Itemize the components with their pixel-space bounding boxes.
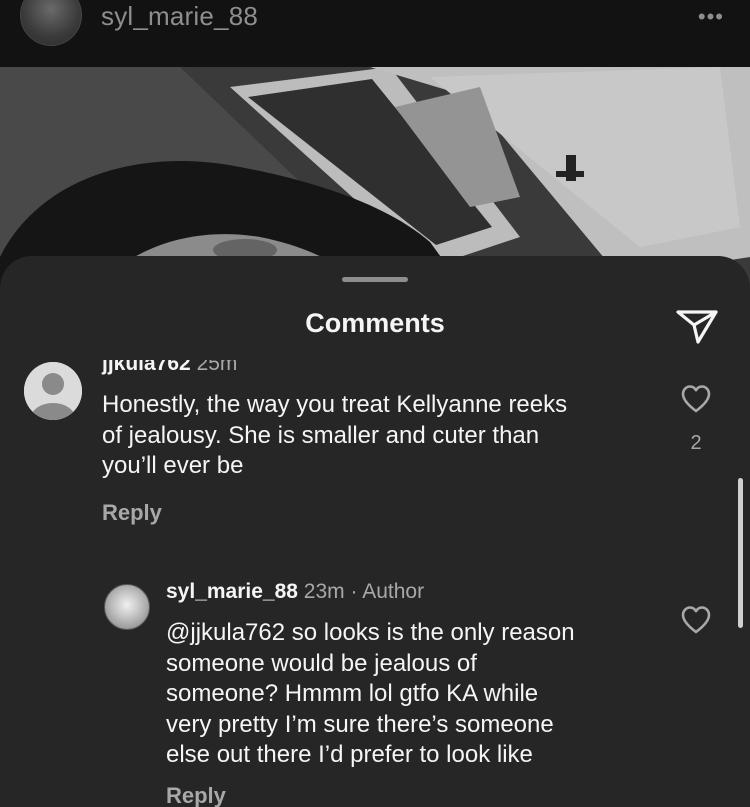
heart-outline-icon[interactable] (680, 384, 712, 414)
paper-plane-icon[interactable] (674, 306, 720, 346)
reply-button[interactable]: Reply (166, 783, 226, 807)
comment-text-line: someone? Hmmm lol gtfo KA while (166, 680, 539, 707)
comment-username[interactable]: jjkula762 (102, 360, 191, 375)
comment-time: 25m (196, 360, 238, 375)
default-avatar-graphic (24, 362, 82, 420)
post-header: syl_marie_88 ••• (0, 0, 750, 67)
author-badge: Author (362, 580, 425, 603)
instagram-comments-screen: syl_marie_88 ••• Comments jjkula762 25m … (0, 0, 750, 807)
default-avatar-icon[interactable] (24, 362, 82, 420)
comment-time: 23m (303, 580, 345, 603)
comments-list[interactable]: jjkula762 25m Honestly, the way you trea… (0, 360, 750, 807)
comment-text-line: Honestly, the way you treat Kellyanne re… (102, 391, 568, 418)
heart-outline-icon[interactable] (680, 605, 712, 635)
comment-text-line: else out there I’d prefer to look like (166, 741, 533, 768)
heart-outline-graphic (681, 606, 711, 634)
reply-button[interactable]: Reply (102, 500, 162, 526)
heart-outline-graphic (681, 385, 711, 413)
comment-text-line: you’ll ever be (102, 452, 244, 479)
comment-username[interactable]: syl_marie_88 (166, 580, 298, 603)
comments-sheet: Comments jjkula762 25m Honestly, the way… (0, 256, 750, 807)
post-author-avatar[interactable] (20, 0, 82, 46)
comment-text-line: someone would be jealous of (166, 649, 477, 677)
more-dots-icon[interactable]: ••• (698, 6, 724, 28)
comment-text-line: of jealousy. She is smaller and cuter th… (102, 421, 540, 449)
reply-comment-item: syl_marie_88 23m · Author @jjkula762 so … (0, 580, 750, 807)
comment-text: Honestly, the way you treat Kellyanne re… (102, 390, 662, 482)
comment-item: jjkula762 25m Honestly, the way you trea… (0, 360, 750, 560)
comment-text-line: very pretty I’m sure there’s someone (166, 710, 554, 738)
comment-meta: syl_marie_88 23m · Author (166, 580, 424, 604)
comment-text: @jjkula762 so looks is the only reason s… (166, 618, 666, 771)
like-count: 2 (690, 432, 702, 454)
sheet-title: Comments (305, 308, 445, 338)
paper-plane-icon-graphic (676, 310, 718, 344)
scrollbar[interactable] (738, 478, 743, 628)
drag-handle[interactable] (342, 277, 408, 282)
comment-text-line: @jjkula762 so looks is the only reason (166, 619, 575, 646)
post-author-username[interactable]: syl_marie_88 (101, 1, 258, 32)
meta-separator: · (350, 580, 358, 603)
avatar[interactable] (104, 584, 150, 630)
comment-meta: jjkula762 25m (102, 360, 237, 376)
